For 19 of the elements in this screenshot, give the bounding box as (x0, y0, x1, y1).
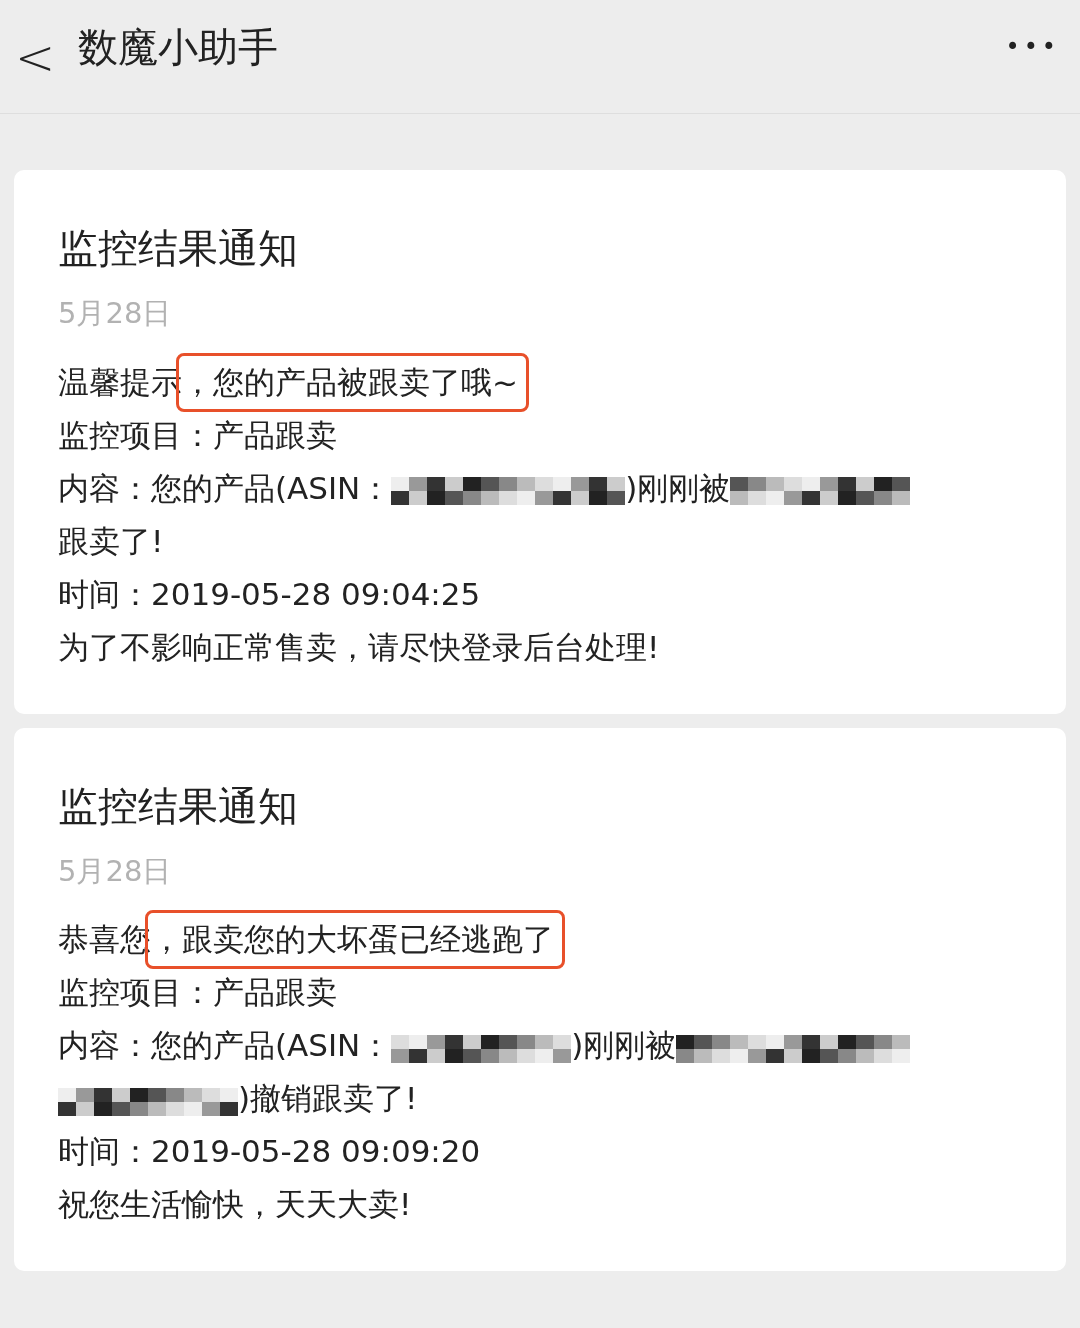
message-text: )刚刚被 (625, 468, 731, 508)
message-text: 监控项目：产品跟卖 (58, 973, 337, 1012)
message-text: )撤销跟卖了! (238, 1079, 418, 1118)
back-button[interactable]: < (10, 32, 60, 81)
card-title: 监控结果通知 (58, 228, 298, 268)
more-button[interactable]: ••• (1005, 28, 1060, 65)
card-date: 5月28日 (58, 852, 172, 890)
message-text: 监控项目：产品跟卖 (58, 415, 337, 455)
card-date: 5月28日 (58, 295, 172, 332)
message-text: 内容：您的产品(ASIN： (58, 1026, 392, 1065)
chat-title: 数魔小助手 (78, 22, 278, 72)
message-text: 内容：您的产品(ASIN： (58, 468, 392, 508)
message-text: 时间：2019-05-28 09:04:25 (58, 574, 481, 614)
message-text: 时间：2019-05-28 09:09:20 (58, 1132, 481, 1171)
message-text: 跟卖了! (58, 521, 164, 561)
card-title: 监控结果通知 (58, 785, 298, 826)
message-text: )刚刚被 (571, 1026, 677, 1065)
message-text: 为了不影响正常售卖，请尽快登录后台处理! (58, 627, 660, 667)
message-text: 祝您生活愉快，天天大卖! (58, 1185, 412, 1224)
